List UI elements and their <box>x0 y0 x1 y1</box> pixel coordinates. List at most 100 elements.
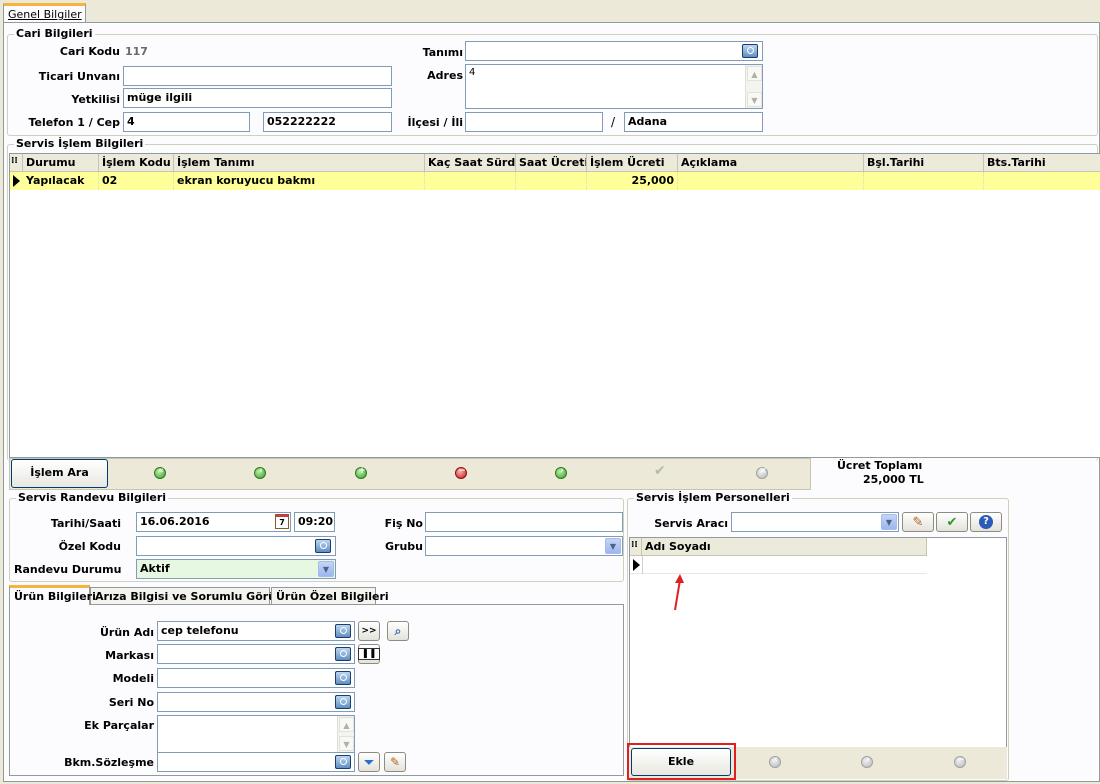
tarih-input[interactable]: 16.06.2016 <box>136 512 291 532</box>
col-bts-tarihi[interactable]: Bts.Tarihi <box>984 154 1100 172</box>
cell-islem-kodu[interactable]: 02 <box>99 172 174 190</box>
search-icon <box>335 695 351 709</box>
seri-no-lookup-button[interactable] <box>333 693 353 711</box>
search-icon <box>335 647 351 661</box>
randevu-durumu-label: Randevu Durumu <box>14 563 122 576</box>
first-record-icon[interactable]: « <box>154 466 166 479</box>
col-saat-ucreti[interactable]: Saat Ücreti <box>516 154 587 172</box>
cell-aciklama[interactable] <box>678 172 864 190</box>
tab-genel-bilgiler[interactable]: Genel Bilgiler <box>3 3 86 23</box>
ucret-toplam-value: 25,000 TL <box>863 473 924 486</box>
cell-saat-ucreti[interactable] <box>516 172 587 190</box>
urun-adi-lookup-button[interactable] <box>333 622 353 640</box>
calendar-icon[interactable]: 7 <box>275 514 289 529</box>
col-kac-saat[interactable]: Kaç Saat Sürdü <box>425 154 516 172</box>
main-panel: Cari Bilgileri Cari Kodu 117 Ticari Unva… <box>3 22 1100 782</box>
telefon1-input[interactable]: 4 <box>123 112 250 132</box>
ek-parcalar-textarea[interactable]: ▲ ▼ <box>157 715 355 753</box>
bkm-filter-button[interactable]: ⏷ <box>358 752 380 772</box>
prior-personel-icon[interactable]: ‹ <box>769 755 781 768</box>
col-islem-ucreti[interactable]: İşlem Ücreti <box>587 154 678 172</box>
cell-islem-ucreti[interactable]: 25,000 <box>587 172 678 190</box>
markasi-lookup-button[interactable] <box>333 645 353 663</box>
pause-icon: ❚❚ <box>358 648 380 660</box>
cell-bts-tarihi[interactable] <box>984 172 1100 190</box>
scroll-up-icon[interactable]: ▲ <box>747 66 762 81</box>
tab-urun-ozel-bilgileri[interactable]: Ürün Özel Bilgileri <box>271 587 389 605</box>
yetkili-input[interactable]: müge ilgili <box>123 88 392 108</box>
help-icon: ? <box>979 515 993 529</box>
insert-record-icon[interactable]: + <box>355 466 367 479</box>
scroll-down-icon[interactable]: ▼ <box>747 92 762 107</box>
ilce-input[interactable] <box>465 112 603 132</box>
next-personel-icon[interactable]: › <box>861 755 873 768</box>
cell-durumu[interactable]: Yapılacak <box>23 172 99 190</box>
cell-islem-tanimi[interactable]: ekran koruyucu bakmı <box>174 172 425 190</box>
table-row[interactable]: Yapılacak 02 ekran koruyucu bakmı 25,000 <box>10 172 1100 190</box>
chevron-down-icon[interactable]: ▼ <box>605 538 621 554</box>
chevron-down-icon[interactable]: ▼ <box>318 561 334 577</box>
personel-grid[interactable]: ⁞⁞ Adı Soyadı <box>629 537 1007 748</box>
fis-no-input[interactable] <box>425 512 623 532</box>
tarih-label: Tarihi/Saati <box>50 517 121 530</box>
search-icon <box>742 44 758 58</box>
tab-urun-bilgileri[interactable]: Ürün Bilgileri <box>9 585 96 605</box>
col-bsl-tarihi[interactable]: Bşl.Tarihi <box>864 154 984 172</box>
modeli-input[interactable] <box>157 668 355 688</box>
ek-parcalar-scrollbar[interactable]: ▲ ▼ <box>337 716 354 752</box>
servis-araci-confirm-button[interactable]: ✔ <box>936 512 968 532</box>
cep-input[interactable]: 052222222 <box>263 112 392 132</box>
chevron-down-icon[interactable]: ▼ <box>881 514 897 530</box>
col-islem-kodu[interactable]: İşlem Kodu <box>99 154 174 172</box>
markasi-pause-button[interactable]: ❚❚ <box>358 644 380 664</box>
servis-araci-select[interactable]: ▼ <box>731 512 899 532</box>
urun-next-button[interactable]: >> <box>358 621 380 641</box>
adres-scrollbar[interactable]: ▲ ▼ <box>745 65 762 108</box>
urun-adi-input[interactable]: cep telefonu <box>157 621 355 641</box>
cell-bsl-tarihi[interactable] <box>864 172 984 190</box>
adres-label: Adres <box>427 69 463 82</box>
tab-ariza-bilgisi[interactable]: Arıza Bilgisi ve Sorumlu Görüşü <box>90 587 290 605</box>
saat-input[interactable]: 09:20 <box>294 512 335 532</box>
servis-islem-grid[interactable]: ⁞⁞ Durumu İşlem Kodu İşlem Tanımı Kaç Sa… <box>9 153 1100 458</box>
ticari-unvan-input[interactable] <box>123 66 392 86</box>
adres-textarea[interactable]: 4 ▲ ▼ <box>465 64 763 109</box>
urun-detail-button[interactable]: ⌕ <box>387 621 409 641</box>
cell-kac-saat[interactable] <box>425 172 516 190</box>
delete-personel-icon[interactable]: − <box>954 755 966 768</box>
table-row[interactable] <box>630 556 927 574</box>
markasi-input[interactable] <box>157 644 355 664</box>
ek-parcalar-label: Ek Parçalar <box>84 719 154 732</box>
ekle-button[interactable]: Ekle <box>631 748 731 776</box>
tanim-input[interactable] <box>465 41 763 61</box>
col-adi-soyadi[interactable]: Adı Soyadı <box>642 538 927 556</box>
tanim-lookup-button[interactable] <box>740 42 760 60</box>
il-input[interactable]: Adana <box>624 112 763 132</box>
scroll-down-icon[interactable]: ▼ <box>339 736 354 751</box>
bkm-lookup-button[interactable] <box>333 753 353 771</box>
bkm-edit-button[interactable]: ✎ <box>384 752 406 772</box>
modeli-lookup-button[interactable] <box>333 669 353 687</box>
servis-islem-title: Servis İşlem Bilgileri <box>14 137 146 150</box>
telefon-label: Telefon 1 / Cep <box>28 116 120 129</box>
randevu-durumu-select[interactable]: Aktif ▼ <box>136 559 336 579</box>
cancel-record-icon[interactable]: × <box>756 466 768 479</box>
seri-no-input[interactable] <box>157 692 355 712</box>
ozel-kodu-lookup-button[interactable] <box>313 537 333 555</box>
islem-ara-button[interactable]: İşlem Ara <box>11 459 108 488</box>
col-durumu[interactable]: Durumu <box>23 154 99 172</box>
delete-record-icon[interactable]: − <box>455 466 467 479</box>
grubu-select[interactable]: ▼ <box>425 536 623 556</box>
bkm-sozlesme-input[interactable] <box>157 752 355 772</box>
servis-araci-help-button[interactable]: ? <box>970 512 1002 532</box>
scroll-up-icon[interactable]: ▲ <box>339 717 354 732</box>
ozel-kodu-input[interactable] <box>136 536 336 556</box>
fis-no-label: Fiş No <box>384 517 423 530</box>
next-record-icon[interactable]: › <box>555 466 567 479</box>
post-record-icon[interactable]: ✔ <box>654 463 666 479</box>
tab-genel-bilgiler-label: Genel Bilgiler <box>8 8 82 21</box>
col-islem-tanimi[interactable]: İşlem Tanımı <box>174 154 425 172</box>
prior-record-icon[interactable]: ‹ <box>254 466 266 479</box>
servis-araci-edit-button[interactable]: ✎ <box>902 512 934 532</box>
col-aciklama[interactable]: Açıklama <box>678 154 864 172</box>
